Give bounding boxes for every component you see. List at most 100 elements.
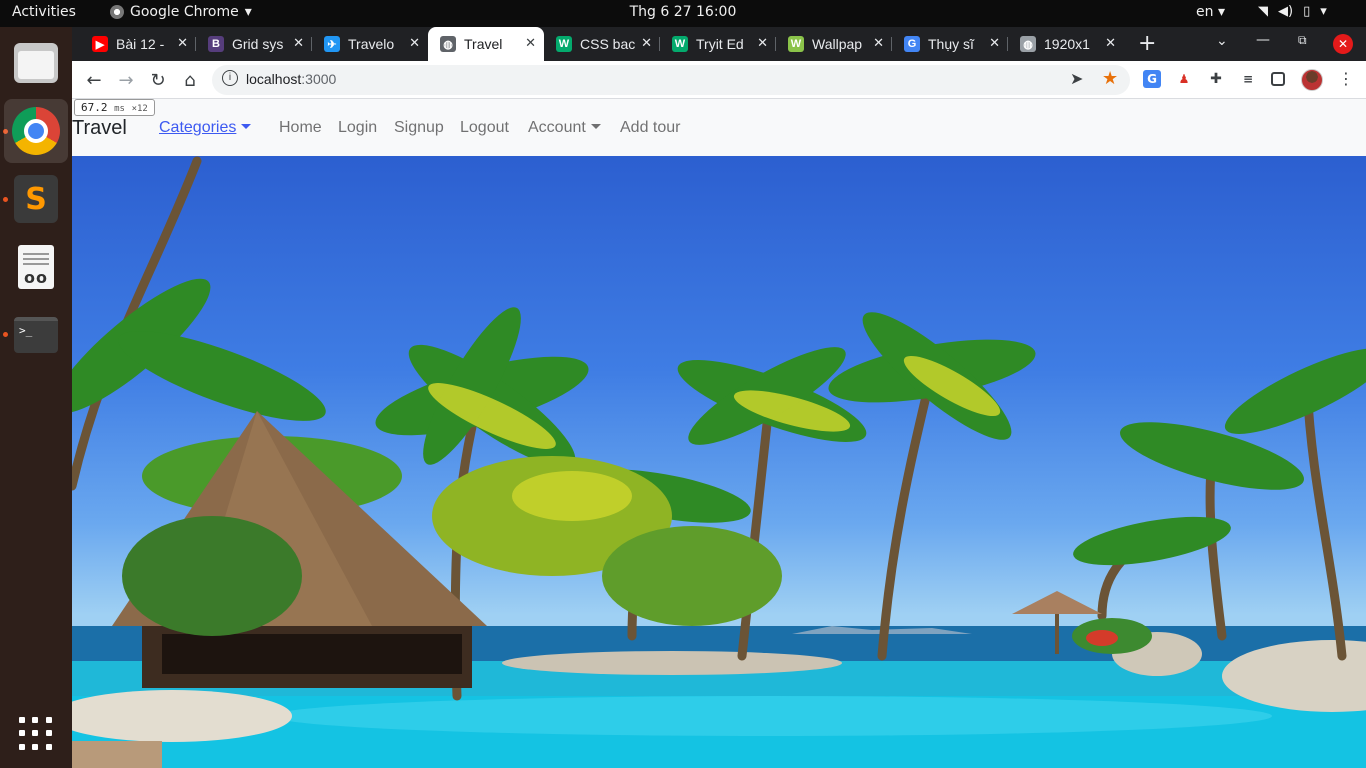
chrome-menu-icon[interactable]: ⋮ bbox=[1338, 69, 1354, 88]
page-viewport: Travel Categories Home Login Signup Logo… bbox=[72, 99, 1366, 768]
browser-toolbar: ← → ↻ ⌂ i localhost:3000 ➤ ★ G ♟ ✚ ≡ ⋮ bbox=[72, 61, 1366, 99]
language-label: en bbox=[1196, 4, 1214, 20]
url-host: localhost bbox=[246, 71, 302, 87]
extensions-puzzle-icon[interactable]: ✚ bbox=[1207, 70, 1225, 88]
site-brand[interactable]: Travel bbox=[72, 117, 127, 140]
minimize-button[interactable]: — bbox=[1256, 32, 1270, 48]
show-applications-button[interactable] bbox=[19, 717, 53, 751]
w3schools-icon: W bbox=[556, 36, 572, 52]
globe-icon: ◍ bbox=[1020, 36, 1036, 52]
tab-title: Travel bbox=[464, 36, 503, 52]
nav-signup[interactable]: Signup bbox=[394, 119, 444, 137]
browser-tab[interactable]: G Thụy sĩ ✕ bbox=[892, 27, 1008, 61]
browser-window: ▶ Bài 12 - ✕ B Grid sys ✕ ✈ Travelo ✕ ◍ Travel ✕ W CS… bbox=[72, 27, 1366, 768]
dock-sublime-text[interactable]: S bbox=[4, 167, 68, 231]
site-info-icon[interactable]: i bbox=[222, 70, 238, 86]
back-button[interactable]: ← bbox=[82, 68, 106, 92]
tab-title: Grid sys bbox=[232, 36, 284, 52]
profile-avatar[interactable] bbox=[1301, 69, 1323, 91]
battery-icon: ▯ bbox=[1303, 4, 1311, 19]
render-time-badge: 67.2 ms ×12 bbox=[74, 99, 155, 116]
wifi-icon: ◥ bbox=[1258, 4, 1268, 19]
system-status-menu[interactable]: ◥ ◀) ▯ ▾ bbox=[1258, 4, 1327, 19]
tab-title: Wallpap bbox=[812, 36, 863, 52]
close-tab-icon[interactable]: ✕ bbox=[989, 35, 1000, 51]
extension-icon[interactable]: ♟ bbox=[1175, 70, 1193, 88]
nav-account-label: Account bbox=[528, 119, 586, 136]
dock-files[interactable] bbox=[4, 31, 68, 95]
forward-button[interactable]: → bbox=[114, 68, 138, 92]
close-tab-icon[interactable]: ✕ bbox=[177, 35, 188, 51]
globe-icon: ◍ bbox=[440, 36, 456, 52]
sublime-icon: S bbox=[14, 175, 58, 223]
url-text[interactable]: localhost:3000 bbox=[246, 71, 336, 87]
tab-title: Thụy sĩ bbox=[928, 36, 974, 52]
nav-login[interactable]: Login bbox=[338, 119, 377, 137]
caret-down-icon bbox=[590, 124, 601, 129]
caret-down-icon bbox=[241, 124, 252, 129]
browser-tab[interactable]: W CSS bac ✕ bbox=[544, 27, 660, 61]
new-tab-button[interactable]: + bbox=[1138, 31, 1156, 56]
language-indicator[interactable]: en ▾ bbox=[1196, 4, 1225, 20]
browser-tab[interactable]: W Tryit Ed ✕ bbox=[660, 27, 776, 61]
send-icon[interactable]: ➤ bbox=[1070, 69, 1083, 88]
volume-icon: ◀) bbox=[1278, 4, 1294, 19]
media-control-icon[interactable]: ≡ bbox=[1239, 70, 1257, 88]
chrome-icon bbox=[12, 107, 60, 155]
youtube-icon: ▶ bbox=[92, 36, 108, 52]
nav-add-tour[interactable]: Add tour bbox=[620, 119, 680, 137]
tab-title: CSS bac bbox=[580, 36, 636, 52]
w3schools-icon: W bbox=[672, 36, 688, 52]
dock-document-viewer[interactable] bbox=[4, 235, 68, 299]
tab-title: Bài 12 - bbox=[116, 36, 165, 52]
url-port: :3000 bbox=[301, 71, 337, 87]
close-tab-icon[interactable]: ✕ bbox=[525, 35, 536, 51]
close-tab-icon[interactable]: ✕ bbox=[757, 35, 768, 51]
render-time-multiplier: ×12 bbox=[131, 104, 148, 114]
browser-tab[interactable]: ✈ Travelo ✕ bbox=[312, 27, 428, 61]
browser-tab[interactable]: B Grid sys ✕ bbox=[196, 27, 312, 61]
site-navbar: Travel Categories Home Login Signup Logo… bbox=[72, 99, 1366, 156]
address-bar[interactable]: i localhost:3000 ➤ ★ bbox=[212, 65, 1130, 95]
terminal-icon: >_ bbox=[14, 317, 58, 353]
google-icon: G bbox=[904, 36, 920, 52]
nav-account-dropdown[interactable]: Account bbox=[528, 119, 601, 137]
tab-search-button[interactable]: ⌄ bbox=[1216, 33, 1228, 49]
hero-image bbox=[72, 156, 1366, 768]
render-time-unit: ms bbox=[114, 104, 125, 114]
maximize-button[interactable]: ⧉ bbox=[1298, 33, 1307, 48]
home-button[interactable]: ⌂ bbox=[178, 68, 202, 92]
browser-tab[interactable]: ◍ 1920x1 ✕ bbox=[1008, 27, 1124, 61]
tropical-resort-picture bbox=[72, 156, 1366, 768]
bootstrap-icon: B bbox=[208, 36, 224, 52]
google-translate-icon[interactable]: G bbox=[1143, 70, 1161, 88]
side-panel-icon[interactable] bbox=[1271, 72, 1285, 86]
browser-tab[interactable]: W Wallpap ✕ bbox=[776, 27, 892, 61]
browser-tab[interactable]: ◍ Travel ✕ bbox=[428, 27, 544, 61]
close-tab-icon[interactable]: ✕ bbox=[1105, 35, 1116, 51]
travelo-icon: ✈ bbox=[324, 36, 340, 52]
nav-categories-label: Categories bbox=[159, 119, 237, 136]
close-tab-icon[interactable]: ✕ bbox=[293, 35, 304, 51]
files-icon bbox=[14, 43, 58, 83]
tab-strip: ▶ Bài 12 - ✕ B Grid sys ✕ ✈ Travelo ✕ ◍ Travel ✕ W CS… bbox=[72, 27, 1366, 61]
dock-terminal[interactable]: >_ bbox=[4, 303, 68, 367]
dock: S >_ bbox=[0, 27, 72, 768]
nav-logout[interactable]: Logout bbox=[460, 119, 509, 137]
browser-tab[interactable]: ▶ Bài 12 - ✕ bbox=[80, 27, 196, 61]
reload-button[interactable]: ↻ bbox=[146, 68, 170, 92]
clock[interactable]: Thg 6 27 16:00 bbox=[0, 4, 1366, 20]
chevron-down-icon: ▾ bbox=[1320, 4, 1327, 19]
nav-categories-dropdown[interactable]: Categories bbox=[159, 119, 252, 137]
tab-title: 1920x1 bbox=[1044, 36, 1090, 52]
close-tab-icon[interactable]: ✕ bbox=[873, 35, 884, 51]
close-tab-icon[interactable]: ✕ bbox=[409, 35, 420, 51]
render-time-value: 67.2 bbox=[81, 101, 108, 114]
system-top-bar: Activities Google Chrome ▾ Thg 6 27 16:0… bbox=[0, 0, 1366, 27]
nav-home[interactable]: Home bbox=[279, 119, 322, 137]
close-window-button[interactable]: ✕ bbox=[1333, 34, 1353, 54]
close-tab-icon[interactable]: ✕ bbox=[641, 35, 652, 51]
bookmark-star-icon[interactable]: ★ bbox=[1102, 68, 1118, 89]
document-viewer-icon bbox=[18, 245, 54, 289]
dock-google-chrome[interactable] bbox=[4, 99, 68, 163]
